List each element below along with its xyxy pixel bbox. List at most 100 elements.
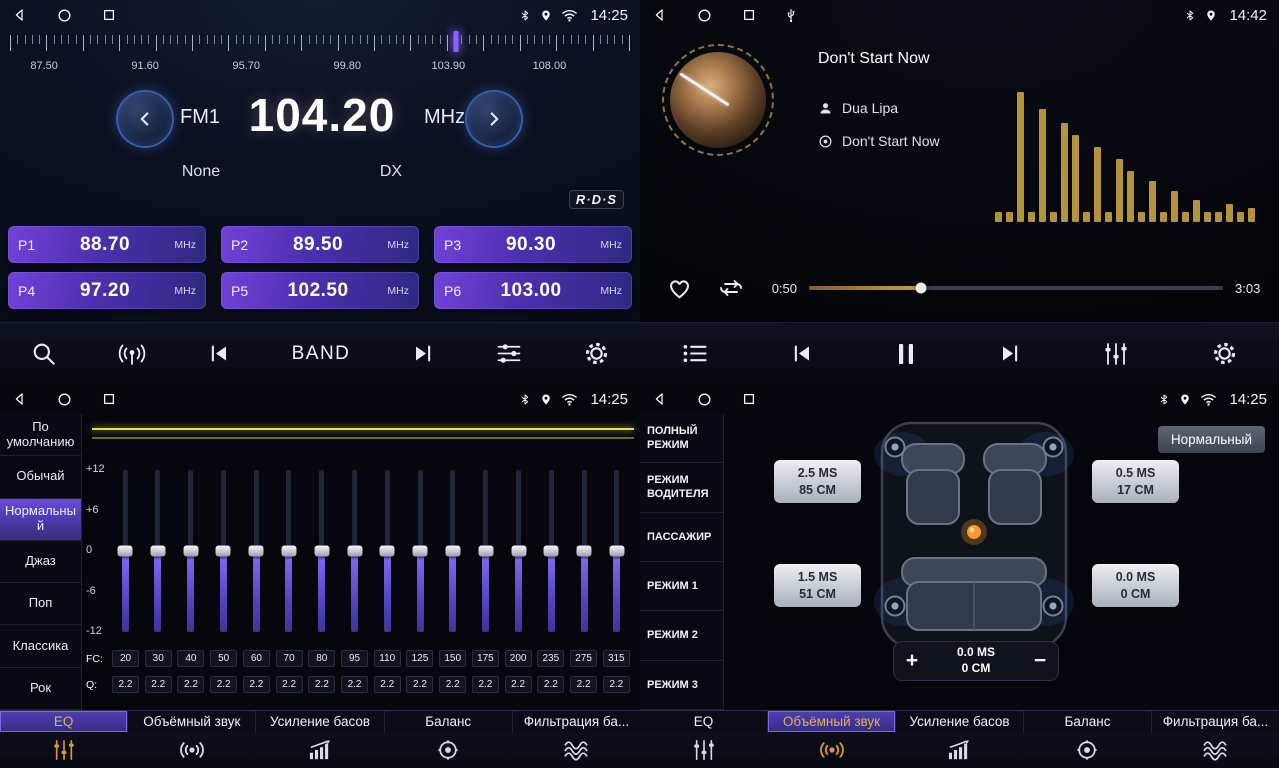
back-icon[interactable] [652, 391, 667, 407]
surround-mode-item[interactable]: РЕЖИМ 3 [640, 661, 723, 710]
eq-band-slider[interactable] [604, 470, 630, 632]
balance-icon[interactable] [384, 732, 512, 768]
preset-button-p3[interactable]: P390.30MHz [434, 226, 632, 263]
back-icon[interactable] [12, 7, 27, 23]
pause-button[interactable] [896, 342, 916, 366]
eq-band-slider[interactable] [178, 470, 204, 632]
eq-slider-handle[interactable] [249, 546, 264, 557]
eq-band-slider[interactable] [276, 470, 302, 632]
eq-band-slider[interactable] [342, 470, 368, 632]
tab-filter[interactable]: Фильтрация ба... [513, 711, 640, 732]
eq-slider-handle[interactable] [511, 546, 526, 557]
eq-slider-handle[interactable] [478, 546, 493, 557]
progress-knob[interactable] [915, 283, 926, 294]
surround-mode-item[interactable]: ПАССАЖИР [640, 513, 723, 562]
eq-band-slider[interactable] [473, 470, 499, 632]
tab-balance[interactable]: Баланс [385, 711, 513, 732]
filter-icon[interactable] [512, 732, 640, 768]
eq-slider-handle[interactable] [281, 546, 296, 557]
home-icon[interactable] [697, 8, 712, 23]
recents-icon[interactable] [102, 8, 116, 22]
eq-preset-item[interactable]: Обычай [0, 456, 81, 498]
eq-preset-item[interactable]: Поп [0, 583, 81, 625]
eq-preset-item[interactable]: По умолчанию [0, 414, 81, 456]
surround-sound-icon[interactable] [768, 732, 896, 768]
eq-preset-item[interactable]: Джаз [0, 541, 81, 583]
eq-icon[interactable] [640, 732, 768, 768]
delay-front-left-button[interactable]: 2.5 MS 85 CM [774, 460, 861, 503]
eq-preset-item[interactable]: Рок [0, 668, 81, 710]
surround-mode-item[interactable]: РЕЖИМ 2 [640, 611, 723, 660]
eq-band-slider[interactable] [243, 470, 269, 632]
surround-sound-icon[interactable] [128, 732, 256, 768]
eq-band-slider[interactable] [538, 470, 564, 632]
eq-band-slider[interactable] [506, 470, 532, 632]
eq-slider-handle[interactable] [544, 546, 559, 557]
tab-bass-boost[interactable]: Усиление басов [896, 711, 1024, 732]
bass-boost-icon[interactable] [896, 732, 1024, 768]
eq-band-slider[interactable] [571, 470, 597, 632]
tune-up-button[interactable] [467, 92, 521, 146]
next-track-button[interactable] [998, 343, 1022, 364]
eq-slider-handle[interactable] [314, 546, 329, 557]
delay-front-right-button[interactable]: 0.5 MS 17 CM [1092, 460, 1179, 503]
previous-track-button[interactable] [790, 343, 814, 364]
broadcast-button[interactable] [117, 341, 147, 367]
eq-icon[interactable] [0, 732, 128, 768]
eq-slider-handle[interactable] [413, 546, 428, 557]
frequency-ruler[interactable]: 87.5091.6095.7099.80103.90108.00 [10, 30, 630, 82]
eq-band-slider[interactable] [374, 470, 400, 632]
home-icon[interactable] [57, 8, 72, 23]
tab-eq[interactable]: EQ [0, 711, 128, 732]
tab-eq[interactable]: EQ [640, 711, 768, 732]
home-icon[interactable] [697, 392, 712, 407]
preset-button-p1[interactable]: P188.70MHz [8, 226, 206, 263]
eq-slider-handle[interactable] [216, 546, 231, 557]
eq-slider-handle[interactable] [577, 546, 592, 557]
settings-button[interactable] [1211, 340, 1238, 367]
balance-icon[interactable] [1023, 732, 1151, 768]
tune-down-button[interactable] [118, 92, 172, 146]
previous-station-button[interactable] [207, 343, 231, 364]
eq-slider-handle[interactable] [609, 546, 624, 557]
back-icon[interactable] [652, 7, 667, 23]
recents-icon[interactable] [742, 392, 756, 406]
playlist-button[interactable] [681, 342, 709, 365]
eq-slider-handle[interactable] [183, 546, 198, 557]
eq-preset-item[interactable]: Классика [0, 625, 81, 667]
next-station-button[interactable] [411, 343, 435, 364]
band-button[interactable]: BAND [292, 343, 351, 365]
eq-slider-handle[interactable] [380, 546, 395, 557]
repeat-button[interactable] [717, 276, 745, 300]
recents-icon[interactable] [742, 8, 756, 22]
preset-button-p6[interactable]: P6103.00MHz [434, 272, 632, 309]
eq-band-slider[interactable] [145, 470, 171, 632]
eq-slider-handle[interactable] [118, 546, 133, 557]
scan-button[interactable] [30, 340, 57, 367]
delay-rear-right-button[interactable]: 0.0 MS 0 CM [1092, 564, 1179, 607]
back-icon[interactable] [12, 391, 27, 407]
equalizer-button[interactable] [1103, 342, 1129, 366]
progress-bar[interactable] [809, 286, 1223, 290]
tab-surround-sound[interactable]: Объёмный звук [128, 711, 256, 732]
tab-bass-boost[interactable]: Усиление басов [256, 711, 384, 732]
sound-profile-button[interactable]: Нормальный [1158, 426, 1265, 453]
preset-button-p4[interactable]: P497.20MHz [8, 272, 206, 309]
tab-filter[interactable]: Фильтрация ба... [1152, 711, 1279, 732]
filter-icon[interactable] [1151, 732, 1279, 768]
eq-band-slider[interactable] [407, 470, 433, 632]
audio-effects-button[interactable] [495, 342, 523, 365]
recents-icon[interactable] [102, 392, 116, 406]
eq-band-slider[interactable] [440, 470, 466, 632]
preset-button-p2[interactable]: P289.50MHz [221, 226, 419, 263]
eq-slider-handle[interactable] [445, 546, 460, 557]
decrease-delay-button[interactable]: − [1022, 649, 1058, 673]
tab-surround-sound[interactable]: Объёмный звук [768, 711, 896, 732]
surround-mode-item[interactable]: РЕЖИМ 1 [640, 562, 723, 611]
eq-band-slider[interactable] [309, 470, 335, 632]
tab-balance[interactable]: Баланс [1024, 711, 1152, 732]
favorite-button[interactable] [666, 276, 693, 300]
home-icon[interactable] [57, 392, 72, 407]
increase-delay-button[interactable]: + [894, 649, 930, 673]
eq-slider-handle[interactable] [347, 546, 362, 557]
